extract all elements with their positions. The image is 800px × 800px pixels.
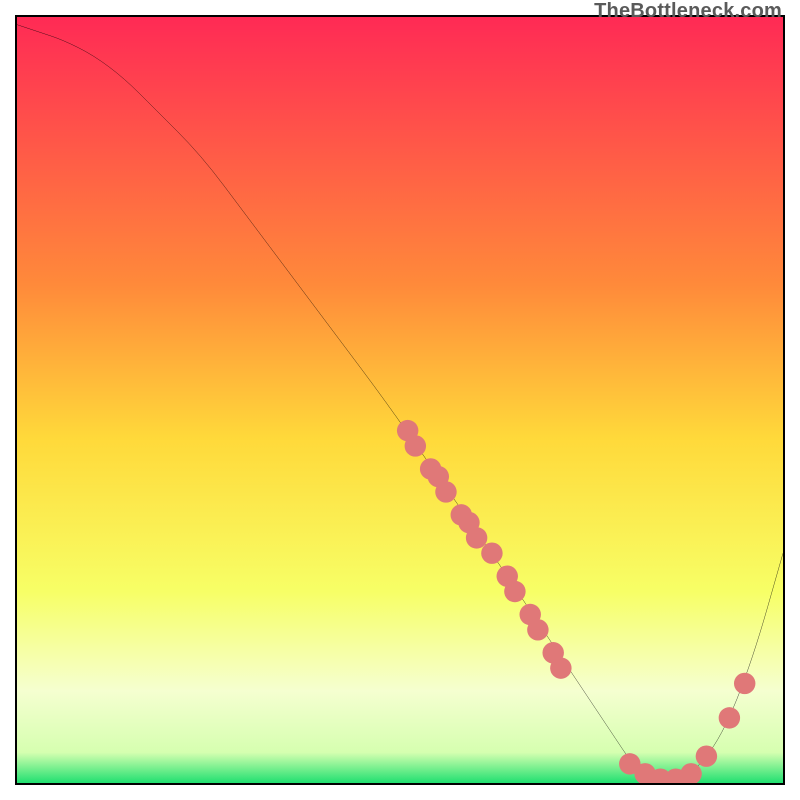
curve-marker <box>481 542 502 563</box>
curve-marker <box>719 707 740 728</box>
curve-marker <box>504 581 525 602</box>
chart-stage: TheBottleneck.com <box>0 0 800 800</box>
watermark-text: TheBottleneck.com <box>594 0 782 23</box>
curve-marker <box>405 435 426 456</box>
curve-marker <box>550 657 571 678</box>
curve-marker <box>527 619 548 640</box>
chart-svg <box>17 17 783 783</box>
curve-marker <box>696 745 717 766</box>
plot-area <box>15 15 785 785</box>
gradient-background <box>17 17 783 783</box>
curve-marker <box>734 673 755 694</box>
curve-marker <box>466 527 487 548</box>
curve-marker <box>435 481 456 502</box>
